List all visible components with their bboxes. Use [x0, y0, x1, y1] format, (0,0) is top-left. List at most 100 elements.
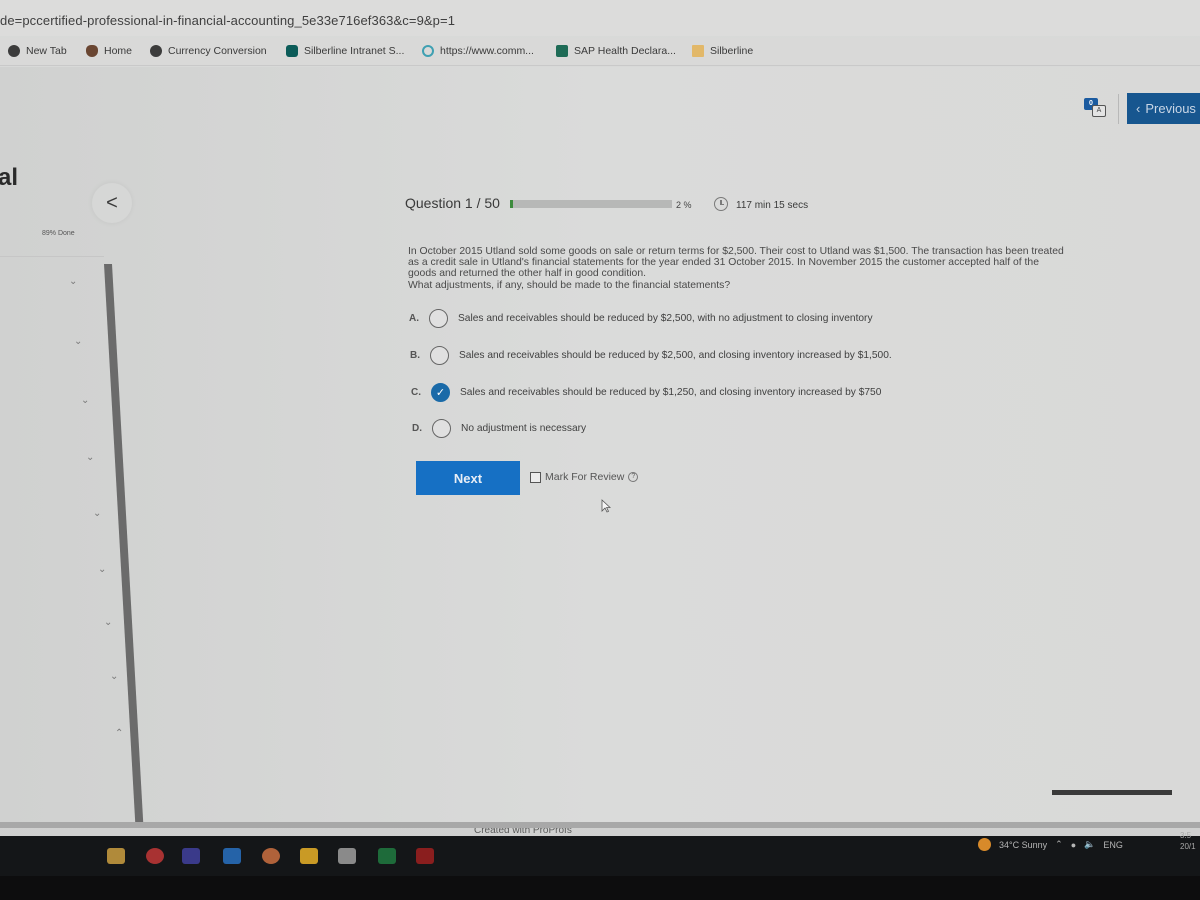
mark-review-checkbox[interactable] [530, 471, 541, 483]
excel-icon [556, 45, 568, 57]
control-panel-icon[interactable] [338, 848, 356, 864]
bookmark-label: https://www.comm... [440, 45, 534, 57]
progress-fill [510, 200, 514, 208]
sidebar-divider [0, 256, 104, 257]
chevron-down-icon[interactable]: ⌄ [74, 336, 82, 347]
radio-button[interactable] [429, 309, 448, 328]
chevron-down-icon[interactable]: ⌄ [104, 617, 112, 628]
bookmark-sap-health[interactable]: SAP Health Declara... [556, 45, 676, 57]
previous-label: Previous [1145, 101, 1196, 116]
sticky-notes-icon[interactable] [300, 848, 318, 864]
question-line: goods and returned the other half in goo… [408, 268, 647, 280]
home-icon [86, 45, 98, 57]
globe-icon [8, 45, 20, 57]
bookmark-label: Silberline Intranet S... [304, 45, 405, 57]
question-text: In October 2015 Utland sold some goods o… [408, 246, 1128, 291]
progress-bar [510, 200, 672, 208]
bookmark-silberline[interactable]: Silberline [692, 45, 753, 57]
option-b[interactable]: B. Sales and receivables should be reduc… [410, 346, 892, 365]
bookmark-home[interactable]: Home [86, 45, 132, 57]
file-explorer-icon[interactable] [107, 848, 125, 864]
address-bar[interactable]: de=pccertified-professional-in-financial… [0, 0, 1200, 36]
chat-icon[interactable]: 0 A [1084, 98, 1108, 120]
folder-icon [692, 45, 704, 57]
option-letter: C. [411, 387, 421, 398]
question-line: What adjustments, if any, should be made… [408, 279, 731, 291]
option-text[interactable]: Sales and receivables should be reduced … [459, 350, 892, 361]
checkmark-icon: ✓ [435, 387, 446, 399]
chevron-down-icon[interactable]: ⌄ [110, 671, 118, 682]
chevron-down-icon[interactable]: ⌄ [98, 564, 106, 575]
option-letter: B. [410, 350, 420, 361]
chevron-left-icon: ‹ [1136, 101, 1141, 116]
weather-text[interactable]: 34°C Sunny [999, 840, 1047, 850]
option-d[interactable]: D. No adjustment is necessary [412, 419, 586, 438]
monitor-bezel [0, 876, 1200, 900]
help-icon[interactable]: ? [628, 472, 639, 482]
weather-sun-icon[interactable] [978, 838, 991, 851]
option-a[interactable]: A. Sales and receivables should be reduc… [409, 309, 873, 328]
chevron-up-icon[interactable]: ⌃ [1055, 839, 1063, 850]
sidebar-collapse-button[interactable]: < [92, 183, 132, 223]
translate-icon: A [1092, 105, 1106, 117]
brand-title-fragment: al [0, 164, 19, 191]
bookmark-label: Currency Conversion [168, 45, 267, 57]
app-icon[interactable] [146, 848, 164, 864]
option-c[interactable]: C. ✓ Sales and receivables should be red… [411, 383, 881, 402]
page-bottom-edge [0, 822, 1200, 828]
url-text[interactable]: de=pccertified-professional-in-financial… [0, 13, 455, 28]
bookmark-new-tab[interactable]: New Tab [8, 45, 67, 57]
chevron-down-icon[interactable]: ⌄ [86, 452, 94, 463]
question-line: In October 2015 Utland sold some goods o… [408, 246, 1064, 257]
bookmark-comm[interactable]: https://www.comm... [422, 45, 534, 57]
edge-icon [422, 45, 434, 57]
question-counter: Question 1 / 50 [405, 195, 500, 211]
system-tray: 34°C Sunny ⌃ ● 🔈 ENG [978, 838, 1123, 851]
bookmark-label: Silberline [710, 45, 754, 57]
teams-icon[interactable] [182, 848, 200, 864]
chevron-left-icon: < [106, 191, 118, 214]
previous-button[interactable]: ‹ Previous [1127, 93, 1200, 124]
next-button[interactable]: Next [416, 461, 520, 495]
completion-label: 89% Done [42, 230, 75, 237]
header-divider [1118, 94, 1119, 124]
bookmark-label: New Tab [26, 45, 67, 57]
question-line: as a credit sale in Utland's financial s… [408, 257, 1039, 269]
chevron-down-icon[interactable]: ⌄ [93, 508, 101, 519]
radio-button[interactable] [430, 346, 449, 365]
excel-taskbar-icon[interactable] [378, 848, 396, 864]
bookmark-label: SAP Health Declara... [574, 45, 676, 57]
clock-date: 20/1 [1180, 842, 1196, 851]
network-icon[interactable]: ● [1071, 840, 1076, 850]
clock-icon [714, 197, 728, 211]
mark-for-review[interactable]: Mark For Review ? [530, 471, 639, 483]
chrome-icon[interactable] [262, 848, 280, 864]
system-clock[interactable]: 3:5 20/1 [1180, 830, 1196, 852]
language-indicator[interactable]: ENG [1103, 840, 1123, 850]
acrobat-icon[interactable] [416, 848, 434, 864]
option-text[interactable]: Sales and receivables should be reduced … [460, 387, 881, 398]
radio-button-selected[interactable]: ✓ [431, 383, 450, 402]
chevron-up-icon[interactable]: ⌃ [115, 728, 123, 739]
mouse-cursor-icon [601, 499, 611, 513]
chevron-down-icon[interactable]: ⌄ [81, 395, 89, 406]
volume-icon[interactable]: 🔈 [1084, 839, 1095, 850]
chevron-down-icon[interactable]: ⌄ [69, 276, 77, 287]
radio-button[interactable] [432, 419, 451, 438]
quiz-page [0, 67, 1200, 823]
bookmark-currency-conversion[interactable]: Currency Conversion [150, 45, 267, 57]
option-letter: D. [412, 423, 422, 434]
option-letter: A. [409, 313, 419, 324]
option-text[interactable]: Sales and receivables should be reduced … [458, 313, 873, 324]
bookmarks-bar: New Tab Home Currency Conversion Silberl… [0, 38, 1200, 66]
sharepoint-icon [286, 45, 298, 57]
bookmark-silberline-intranet[interactable]: Silberline Intranet S... [286, 45, 404, 57]
timer: 117 min 15 secs [736, 200, 809, 211]
mark-review-label[interactable]: Mark For Review [545, 471, 624, 483]
option-text[interactable]: No adjustment is necessary [461, 423, 586, 434]
globe-icon [150, 45, 162, 57]
bookmark-label: Home [104, 45, 133, 57]
background-object [1052, 790, 1172, 812]
outlook-icon[interactable] [223, 848, 241, 864]
clock-time: 3:5 [1180, 831, 1192, 840]
